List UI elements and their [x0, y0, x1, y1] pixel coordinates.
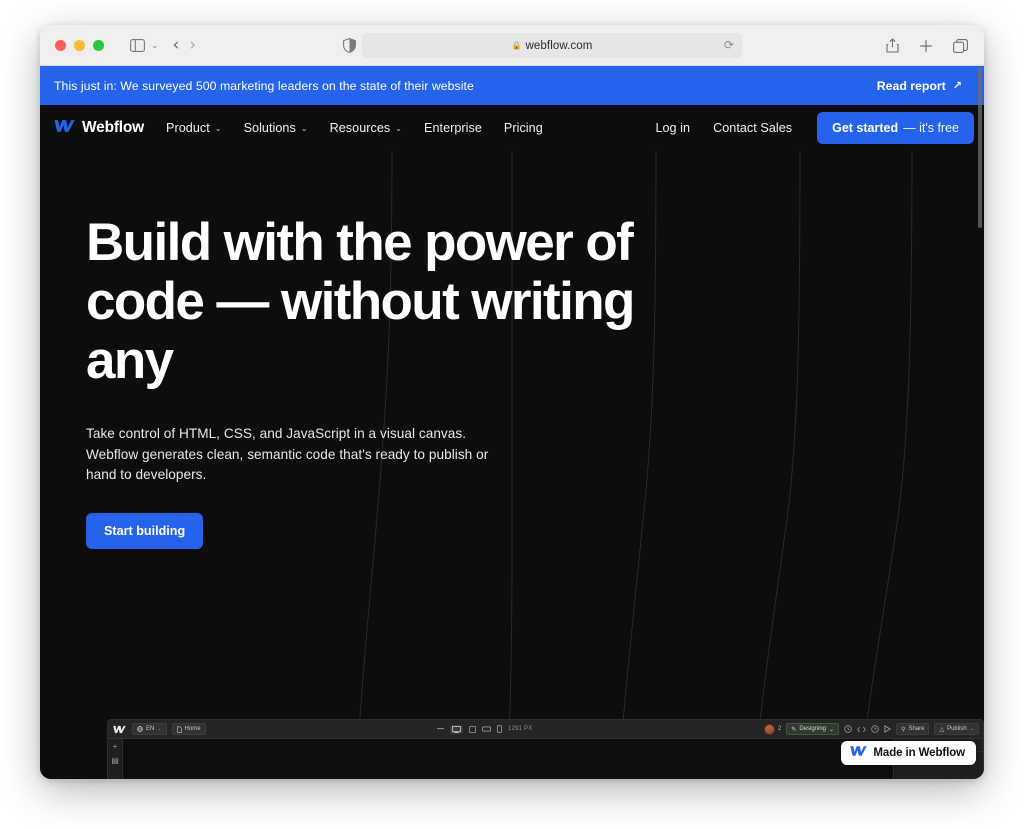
nav-item-pricing[interactable]: Pricing — [504, 121, 543, 135]
made-in-webflow-badge[interactable]: Made in Webflow — [841, 741, 976, 765]
chevron-down-icon: ⌄ — [829, 726, 835, 733]
address-bar[interactable]: 🔒 webflow.com ⟳ — [362, 33, 742, 58]
designer-canvas[interactable] — [123, 739, 893, 779]
read-report-link[interactable]: Read report ↗ — [877, 79, 962, 93]
privacy-shield-icon[interactable] — [336, 34, 362, 58]
lock-icon: 🔒 — [511, 41, 522, 50]
chevron-down-icon: ⌄ — [300, 123, 308, 133]
screenshot-root: ⌄ ‹ › 🔒 webflow.com ⟳ This just in: We s… — [0, 0, 1024, 829]
made-in-webflow-label: Made in Webflow — [873, 747, 965, 759]
sidebar-icon[interactable] — [124, 33, 150, 57]
read-report-label: Read report — [876, 78, 946, 93]
nav-item-solutions[interactable]: Solutions ⌄ — [244, 121, 308, 135]
history-navigation: ‹ › — [173, 36, 197, 54]
play-icon[interactable] — [884, 725, 892, 733]
share-label: Share — [908, 726, 925, 732]
hero-content: Build with the power of code — without w… — [40, 151, 984, 549]
arrow-up-right-icon: ↗ — [952, 79, 962, 92]
close-window-button[interactable] — [55, 39, 66, 51]
nav-item-enterprise[interactable]: Enterprise — [424, 121, 482, 135]
chevron-down-icon: ⌄ — [395, 123, 403, 133]
page-scrollbar[interactable] — [978, 68, 982, 228]
share-icon[interactable] — [882, 34, 902, 58]
webflow-logo-icon — [850, 744, 868, 762]
webflow-logo-icon — [54, 119, 75, 138]
forward-button[interactable]: › — [189, 36, 196, 54]
tab-overview-icon[interactable] — [950, 34, 970, 58]
publish-button[interactable]: △ Publish ⌄ — [934, 723, 979, 735]
get-started-button[interactable]: Get started — it's free — [817, 112, 974, 144]
history-icon[interactable] — [871, 725, 879, 733]
hero-subheading: Take control of HTML, CSS, and JavaScrip… — [86, 426, 489, 482]
page-selector[interactable]: Home — [171, 723, 206, 735]
breakpoint-desktop-icon[interactable] — [450, 724, 464, 734]
collapse-icon[interactable] — [437, 728, 445, 730]
pencil-icon: ✎ — [791, 726, 797, 733]
site-navbar: Webflow Product ⌄ Solutions ⌄ Resources … — [40, 105, 984, 151]
hero-section: Build with the power of code — without w… — [40, 151, 984, 779]
locale-label: EN — [146, 726, 155, 732]
url-text: webflow.com — [525, 39, 593, 52]
announcement-text: This just in: We surveyed 500 marketing … — [54, 78, 474, 93]
person-icon: ⚲ — [901, 726, 906, 733]
window-controls — [55, 39, 104, 51]
login-link[interactable]: Log in — [655, 121, 690, 135]
sidebar-controls: ⌄ — [124, 33, 159, 57]
mode-label: Designing — [799, 726, 827, 732]
chevron-down-icon: ⌄ — [969, 726, 974, 732]
minimize-window-button[interactable] — [74, 39, 85, 51]
reload-icon[interactable]: ⟳ — [724, 38, 734, 52]
canvas-width-label: 1291 PX — [508, 726, 533, 732]
breakpoint-mobile-landscape-icon[interactable] — [482, 726, 492, 732]
breakpoint-mobile-icon[interactable] — [497, 725, 503, 733]
code-icon[interactable] — [857, 726, 866, 733]
secondary-nav-links: Log in Contact Sales Get started — it's … — [655, 112, 974, 144]
breakpoint-switcher: 1291 PX — [437, 724, 533, 734]
chevron-down-icon: ⌄ — [157, 726, 162, 732]
nav-item-solutions-label: Solutions — [243, 121, 296, 135]
brand-name: Webflow — [82, 119, 145, 136]
maximize-window-button[interactable] — [93, 39, 104, 51]
collaborator-count: 2 — [777, 726, 782, 732]
webflow-logo-link[interactable]: Webflow — [54, 119, 144, 138]
share-button[interactable]: ⚲ Share — [896, 723, 930, 735]
locale-selector[interactable]: EN ⌄ — [132, 723, 167, 735]
add-icon[interactable]: + — [113, 742, 118, 751]
nav-item-resources[interactable]: Resources ⌄ — [330, 121, 402, 135]
primary-nav-links: Product ⌄ Solutions ⌄ Resources ⌄ Enterp… — [166, 121, 543, 135]
privacy-report[interactable] — [336, 25, 362, 66]
announcement-banner[interactable]: This just in: We surveyed 500 marketing … — [40, 66, 984, 105]
browser-toolbar: ⌄ ‹ › 🔒 webflow.com ⟳ — [40, 25, 984, 66]
preview-icon[interactable] — [844, 725, 852, 733]
page-title: Build with the power of code — without w… — [86, 213, 635, 390]
plus-icon[interactable] — [916, 34, 936, 58]
nav-item-product[interactable]: Product ⌄ — [166, 121, 222, 135]
page-viewport: This just in: We surveyed 500 marketing … — [40, 66, 984, 779]
page-label: Home — [184, 726, 201, 732]
page-icon — [176, 725, 182, 733]
rocket-icon: △ — [939, 726, 945, 733]
publish-label: Publish — [947, 726, 967, 732]
browser-window: ⌄ ‹ › 🔒 webflow.com ⟳ This just in: We s… — [40, 25, 984, 779]
avatar[interactable] — [763, 723, 775, 735]
webflow-logo-icon[interactable] — [112, 722, 127, 737]
pages-icon[interactable]: ▤ — [111, 756, 119, 765]
mode-selector[interactable]: ✎ Designing ⌄ — [786, 723, 840, 735]
nav-item-product-label: Product — [166, 121, 210, 135]
contact-sales-link[interactable]: Contact Sales — [713, 121, 792, 135]
get-started-label: Get started — [832, 121, 899, 135]
chevron-down-icon[interactable]: ⌄ — [151, 40, 159, 51]
toolbar-right-actions — [882, 25, 970, 66]
designer-left-rail: + ▤ — [108, 739, 123, 779]
start-building-button[interactable]: Start building — [86, 512, 204, 549]
chevron-down-icon: ⌄ — [214, 123, 222, 133]
globe-icon — [137, 726, 143, 732]
nav-item-resources-label: Resources — [329, 121, 391, 135]
breakpoint-tablet-icon[interactable] — [469, 725, 477, 733]
designer-right-actions: 2 ✎ Designing ⌄ ⚲ Share △ Publish ⌄ — [763, 723, 979, 735]
get-started-sublabel: — it's free — [903, 121, 959, 135]
designer-topbar: EN ⌄ Home 1291 PX 2 ✎ Designing ⌄ ⚲ Shar… — [108, 720, 983, 739]
back-button[interactable]: ‹ — [173, 36, 180, 54]
